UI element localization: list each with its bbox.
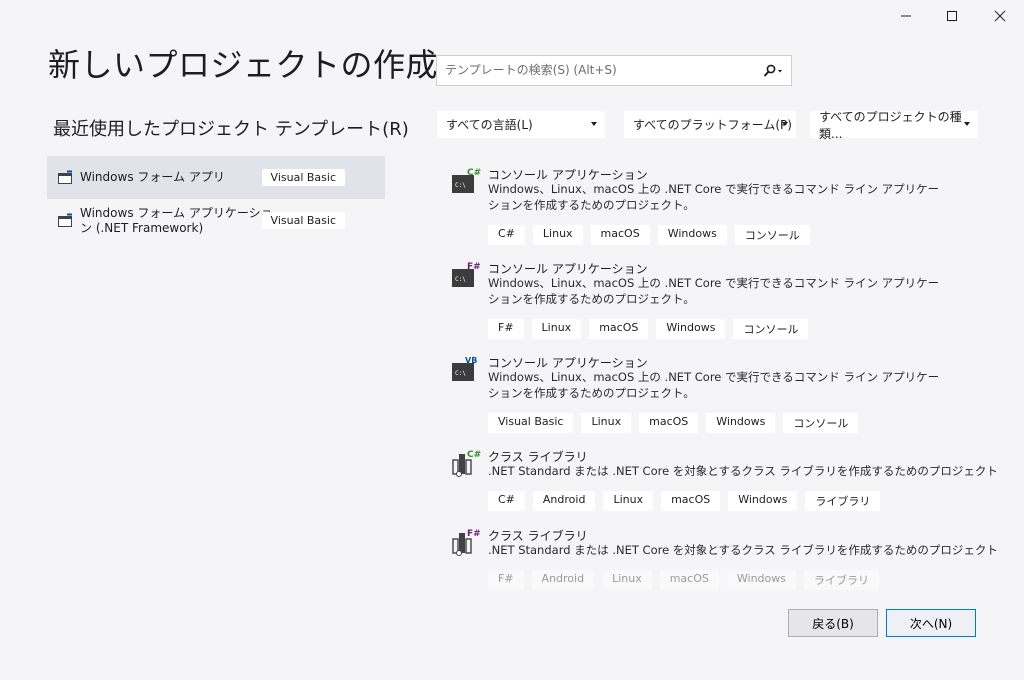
recent-templates-list: Windows フォーム アプリ Visual Basic Windows フォ…: [47, 156, 385, 242]
template-tag: macOS: [659, 570, 719, 590]
console-app-icon: C:\ C#: [452, 168, 481, 193]
template-tag: ライブラリ: [805, 491, 881, 511]
search-icon[interactable]: [763, 64, 783, 78]
page-title: 新しいプロジェクトの作成: [48, 46, 439, 84]
template-tag: C#: [488, 225, 525, 245]
template-tag: コンソール: [783, 413, 859, 433]
recent-item-language-badge: Visual Basic: [261, 212, 345, 229]
window-form-icon: [58, 170, 72, 184]
template-tags: F# Android Linux macOS Windows ライブラリ: [488, 570, 879, 590]
chevron-down-icon: [591, 122, 597, 126]
template-language-badge: F#: [467, 262, 481, 272]
template-description: Windows、Linux、macOS 上の .NET Core で実行できるコ…: [488, 276, 940, 306]
template-tag: Linux: [532, 225, 583, 245]
template-tags: C# Linux macOS Windows コンソール: [488, 225, 810, 245]
template-tag: コンソール: [733, 319, 809, 339]
template-tag: Linux: [531, 319, 582, 339]
template-item[interactable]: C:\ C# コンソール アプリケーション Windows、Linux、macO…: [451, 166, 971, 246]
template-tag: macOS: [661, 491, 721, 511]
template-item[interactable]: C# クラス ライブラリ .NET Standard または .NET Core…: [451, 448, 998, 512]
template-tag: Windows: [726, 570, 796, 590]
template-description: .NET Standard または .NET Core を対象とするクラス ライ…: [488, 543, 998, 557]
chevron-down-icon: [964, 122, 970, 126]
template-language-badge: C#: [467, 168, 481, 178]
template-tag: macOS: [589, 319, 649, 339]
template-title: クラス ライブラリ: [488, 450, 588, 464]
close-button[interactable]: [978, 4, 1022, 28]
template-tag: Visual Basic: [488, 413, 574, 433]
template-title: コンソール アプリケーション: [488, 356, 648, 370]
template-description: .NET Standard または .NET Core を対象とするクラス ライ…: [488, 464, 998, 478]
template-tag: コンソール: [734, 225, 810, 245]
template-tag: F#: [488, 570, 524, 590]
class-library-icon: C#: [452, 450, 481, 477]
template-tag: Linux: [603, 491, 654, 511]
project-type-filter-dropdown[interactable]: すべてのプロジェクトの種類...: [810, 110, 978, 141]
recent-item[interactable]: Windows フォーム アプリケーション (.NET Framework) V…: [47, 199, 385, 242]
platform-filter-label: すべてのプラットフォーム(P): [633, 118, 792, 132]
close-icon: [994, 10, 1006, 22]
template-tag: Android: [531, 570, 595, 590]
template-item[interactable]: C:\ F# コンソール アプリケーション Windows、Linux、macO…: [451, 260, 971, 340]
template-tag: Linux: [581, 413, 632, 433]
svg-text:C:\: C:\: [455, 182, 466, 189]
class-library-icon: F#: [452, 529, 481, 556]
svg-text:C:\: C:\: [455, 276, 466, 283]
recent-item-name: Windows フォーム アプリケーション (.NET Framework): [80, 205, 273, 235]
template-title: コンソール アプリケーション: [488, 168, 648, 182]
template-tag: Windows: [656, 319, 726, 339]
template-tag: Android: [532, 491, 596, 511]
template-search-box[interactable]: [436, 55, 792, 86]
recent-item[interactable]: Windows フォーム アプリ Visual Basic: [47, 156, 385, 199]
language-filter-dropdown[interactable]: すべての言語(L): [437, 111, 605, 138]
template-item[interactable]: C:\ VB コンソール アプリケーション Windows、Linux、macO…: [451, 354, 971, 434]
template-tag: macOS: [590, 225, 650, 245]
console-app-icon: C:\ VB: [452, 356, 477, 381]
template-tag: Windows: [728, 491, 798, 511]
minimize-button[interactable]: [884, 4, 928, 28]
template-language-badge: VB: [465, 356, 477, 365]
window-form-icon: [58, 213, 72, 227]
template-description: Windows、Linux、macOS 上の .NET Core で実行できるコ…: [488, 370, 940, 400]
template-tags: C# Android Linux macOS Windows ライブラリ: [488, 491, 881, 511]
template-title: クラス ライブラリ: [488, 529, 588, 543]
recent-item-language-badge: Visual Basic: [261, 169, 345, 186]
template-language-badge: C#: [467, 450, 481, 460]
chevron-down-icon: [782, 122, 788, 126]
template-search-input[interactable]: [443, 62, 757, 78]
template-tags: F# Linux macOS Windows コンソール: [488, 319, 809, 339]
console-app-icon: C:\ F#: [452, 262, 481, 287]
minimize-icon: [901, 15, 911, 17]
template-tag: macOS: [639, 413, 699, 433]
template-tag: ライブラリ: [803, 570, 879, 590]
template-tags: Visual Basic Linux macOS Windows コンソール: [488, 413, 859, 433]
recent-templates-heading: 最近使用したプロジェクト テンプレート(R): [53, 119, 409, 140]
template-tag: F#: [488, 319, 524, 339]
template-tag: Linux: [602, 570, 652, 590]
maximize-button[interactable]: [930, 4, 974, 28]
platform-filter-dropdown[interactable]: すべてのプラットフォーム(P): [624, 111, 796, 138]
template-item[interactable]: F# クラス ライブラリ .NET Standard または .NET Core…: [451, 527, 998, 591]
project-type-filter-label: すべてのプロジェクトの種類...: [819, 109, 962, 141]
template-tag: Windows: [657, 225, 727, 245]
template-description: Windows、Linux、macOS 上の .NET Core で実行できるコ…: [488, 182, 940, 212]
back-button[interactable]: 戻る(B): [788, 609, 878, 637]
template-tag: C#: [488, 491, 525, 511]
maximize-icon: [947, 11, 957, 21]
template-tag: Windows: [706, 413, 776, 433]
language-filter-label: すべての言語(L): [446, 118, 533, 132]
svg-text:C:\: C:\: [455, 370, 466, 377]
recent-item-name: Windows フォーム アプリ: [80, 170, 225, 184]
template-title: コンソール アプリケーション: [488, 262, 648, 276]
template-language-badge: F#: [467, 529, 481, 539]
next-button[interactable]: 次へ(N): [886, 609, 976, 637]
